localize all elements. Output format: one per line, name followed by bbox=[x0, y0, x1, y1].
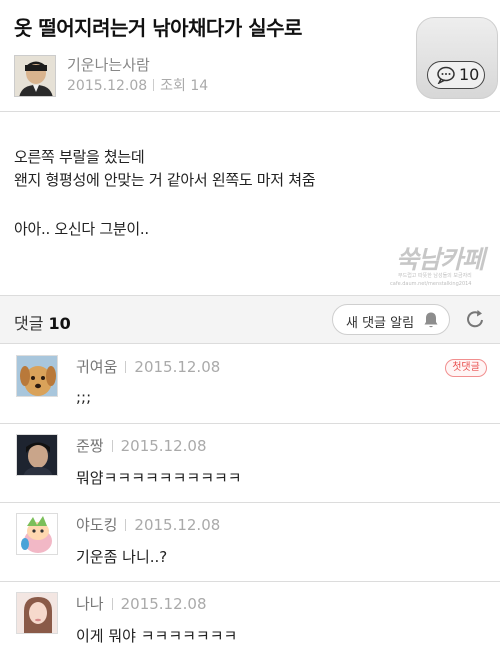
meta-divider bbox=[125, 519, 127, 531]
comment-author-name[interactable]: 준짱 bbox=[76, 437, 104, 455]
comment-text: 기운좀 나니..? bbox=[76, 548, 168, 566]
comment-avatar[interactable] bbox=[16, 355, 58, 397]
comment-author-name[interactable]: 귀여움 bbox=[76, 358, 117, 376]
meta-divider bbox=[111, 598, 113, 610]
comment-date: 2015.12.08 bbox=[134, 358, 221, 376]
comments-label: 댓글 bbox=[14, 314, 44, 333]
comment-meta: 야도킹 2015.12.08 bbox=[76, 514, 220, 535]
comment-meta: 귀여움 2015.12.08 bbox=[76, 356, 220, 377]
comment-text: 뭐얌ㅋㅋㅋㅋㅋㅋㅋㅋㅋㅋ bbox=[76, 469, 242, 487]
author-name[interactable]: 기운나는사람 bbox=[67, 54, 150, 75]
comment-avatar[interactable] bbox=[16, 434, 58, 476]
new-comment-alert-button[interactable]: 새 댓글 알림 bbox=[332, 304, 450, 335]
refresh-icon[interactable] bbox=[465, 308, 487, 330]
comment-date: 2015.12.08 bbox=[134, 516, 221, 534]
post-body-line: 아아.. 오신다 그분이.. bbox=[14, 220, 149, 238]
meta-divider bbox=[153, 79, 155, 91]
comment-row: 준짱 2015.12.08 뭐얌ㅋㅋㅋㅋㅋㅋㅋㅋㅋㅋ bbox=[0, 424, 500, 503]
post-body-line: 왠지 형평성에 안맞는 거 같아서 왼쪽도 마저 쳐줌 bbox=[14, 171, 316, 189]
meta-divider bbox=[111, 440, 113, 452]
comment-row: 귀여움 2015.12.08 ;;; 첫댓글 bbox=[0, 345, 500, 424]
comment-text: ;;; bbox=[76, 388, 92, 406]
meta-divider bbox=[125, 361, 127, 373]
speech-bubble-icon bbox=[437, 66, 455, 84]
post-header: 옷 떨어지려는거 낚아채다가 실수로 기운나는사람 2015.12.08 조회 1… bbox=[0, 0, 500, 112]
watermark-logo: 쑥남카페 bbox=[396, 245, 485, 274]
comments-bar: 댓글 10 새 댓글 알림 bbox=[0, 296, 500, 344]
post-views: 조회 14 bbox=[160, 78, 209, 94]
comment-row: 야도킹 2015.12.08 기운좀 나니..? bbox=[0, 503, 500, 582]
comment-date: 2015.12.08 bbox=[120, 437, 207, 455]
comment-date: 2015.12.08 bbox=[120, 595, 207, 613]
bell-icon bbox=[424, 312, 438, 328]
watermark-url: cafe.daum.net/menstalking2014 bbox=[390, 281, 472, 287]
comment-author-name[interactable]: 야도킹 bbox=[76, 516, 117, 534]
first-comment-badge: 첫댓글 bbox=[445, 359, 487, 377]
post-title: 옷 떨어지려는거 낚아채다가 실수로 bbox=[14, 16, 302, 40]
comment-avatar[interactable] bbox=[16, 592, 58, 634]
comment-meta: 준짱 2015.12.08 bbox=[76, 435, 207, 456]
watermark-tagline: 부드럽고 따뜻한 남성들의 보금자리 bbox=[398, 273, 472, 279]
comment-count-button[interactable]: 10 bbox=[416, 17, 498, 99]
comments-heading: 댓글 10 bbox=[14, 310, 71, 334]
new-comment-alert-label: 새 댓글 알림 bbox=[346, 316, 415, 331]
post-body-line: 오른쪽 부랄을 쳤는데 bbox=[14, 148, 145, 166]
comment-avatar[interactable] bbox=[16, 513, 58, 555]
comment-count: 10 bbox=[459, 65, 480, 84]
cafe-watermark: 쑥남카페 부드럽고 따뜻한 남성들의 보금자리 cafe.daum.net/me… bbox=[386, 240, 494, 296]
comment-author-name[interactable]: 나나 bbox=[76, 595, 104, 613]
comment-text: 이게 뭐야 ㅋㅋㅋㅋㅋㅋㅋ bbox=[76, 627, 238, 645]
author-avatar[interactable] bbox=[14, 55, 56, 97]
post-meta: 2015.12.08 조회 14 bbox=[67, 75, 208, 95]
comment-meta: 나나 2015.12.08 bbox=[76, 593, 207, 614]
post-date: 2015.12.08 bbox=[67, 78, 148, 94]
comments-count: 10 bbox=[48, 314, 71, 333]
comment-count-pill: 10 bbox=[427, 61, 485, 89]
comment-row: 나나 2015.12.08 이게 뭐야 ㅋㅋㅋㅋㅋㅋㅋ bbox=[0, 582, 500, 657]
